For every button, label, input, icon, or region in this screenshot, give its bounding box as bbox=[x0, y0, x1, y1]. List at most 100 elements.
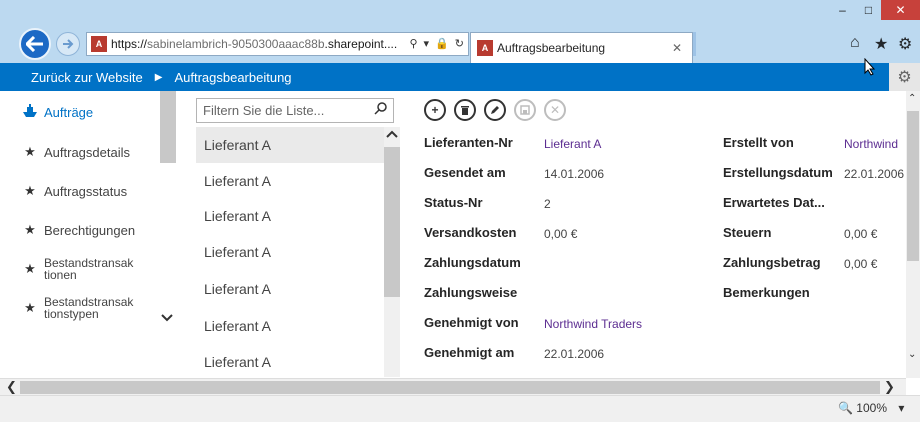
list-item-label: Lieferant A bbox=[204, 318, 271, 334]
list-item[interactable]: Lieferant A bbox=[196, 127, 384, 163]
field-value: 22.01.2006 bbox=[544, 347, 605, 361]
list-item[interactable]: Lieferant A bbox=[196, 344, 384, 375]
field-label: Genehmigt von bbox=[424, 315, 519, 330]
tab-title: Auftragsbearbeitung bbox=[497, 41, 606, 55]
search-icon[interactable] bbox=[374, 102, 387, 118]
nav-item-bestandstransaktionen[interactable]: ★ Bestandstransak tionen bbox=[16, 255, 160, 283]
list-item-label: Lieferant A bbox=[204, 137, 271, 153]
app-title[interactable]: Auftragsbearbeitung bbox=[174, 70, 291, 85]
forward-button[interactable] bbox=[56, 32, 80, 56]
filter-placeholder: Filtern Sie die Liste... bbox=[203, 103, 325, 118]
favorites-star-icon[interactable]: ★ bbox=[874, 34, 888, 54]
breadcrumb-separator-icon: ▶ bbox=[154, 71, 163, 83]
list-item[interactable]: Lieferant A bbox=[196, 271, 384, 307]
add-button[interactable]: + bbox=[424, 99, 446, 121]
minimize-button[interactable]: – bbox=[829, 0, 856, 20]
list-item[interactable]: Lieferant A bbox=[196, 198, 384, 234]
chevron-down-icon[interactable]: ▾ bbox=[898, 401, 904, 415]
address-bar[interactable]: A https://sabinelambrich-9050300aaac88b.… bbox=[86, 32, 469, 56]
field-label: Lieferanten-Nr bbox=[424, 135, 513, 150]
list-item-label: Lieferant A bbox=[204, 173, 271, 189]
field-label: Status-Nr bbox=[424, 195, 483, 210]
cancel-button[interactable]: ✕ bbox=[544, 99, 566, 121]
record-detail: Lieferanten-Nr Lieferant A Gesendet am 1… bbox=[400, 125, 906, 375]
field-label: Genehmigt am bbox=[424, 345, 515, 360]
browser-tab[interactable]: A Auftragsbearbeitung ✕ bbox=[470, 32, 693, 63]
list-pane: Filtern Sie die Liste... Lieferant A Lie… bbox=[196, 91, 400, 378]
refresh-icon[interactable]: ↻ bbox=[455, 37, 464, 50]
field-label: Versandkosten bbox=[424, 225, 517, 240]
save-button[interactable] bbox=[514, 99, 536, 121]
nav-item-label: Bestandstransak tionstypen bbox=[44, 296, 133, 320]
action-toolbar: + ✕ bbox=[424, 99, 566, 121]
page-scrollbar-thumb[interactable] bbox=[907, 111, 919, 261]
nav-item-label-line2: tionstypen bbox=[44, 307, 99, 321]
list-item[interactable]: Lieferant A bbox=[196, 163, 384, 199]
nav-item-auftragsstatus[interactable]: ★ Auftragsstatus bbox=[16, 180, 160, 202]
zoom-control[interactable]: 🔍 100% ▾ bbox=[838, 401, 904, 415]
list-item[interactable]: Lieferant A bbox=[196, 234, 384, 270]
new-tab-button[interactable] bbox=[693, 32, 696, 56]
list-item[interactable]: Lieferant A bbox=[196, 308, 384, 344]
nav-item-label: Berechtigungen bbox=[44, 222, 136, 238]
field-value[interactable]: Northwind Traders bbox=[544, 317, 642, 331]
home-icon[interactable]: ⌂ bbox=[850, 34, 860, 52]
gear-icon[interactable]: ⚙ bbox=[898, 34, 912, 54]
arrow-left-icon bbox=[26, 36, 43, 52]
list-item-label: Lieferant A bbox=[204, 354, 271, 370]
horizontal-scrollbar-thumb[interactable] bbox=[20, 381, 880, 394]
field-value: 0,00 € bbox=[544, 227, 578, 241]
close-window-button[interactable]: ✕ bbox=[881, 0, 920, 20]
field-value: 14.01.2006 bbox=[544, 167, 605, 181]
back-to-site-link[interactable]: Zurück zur Website bbox=[31, 70, 143, 85]
nav-item-berechtigungen[interactable]: ★ Berechtigungen bbox=[16, 219, 160, 241]
edit-button[interactable] bbox=[484, 99, 506, 121]
star-icon: ★ bbox=[24, 300, 36, 315]
list-scrollbar-thumb[interactable] bbox=[384, 147, 400, 297]
nav-item-label: Auftragsstatus bbox=[44, 183, 128, 199]
delete-button[interactable] bbox=[454, 99, 476, 121]
nav-item-auftraege[interactable]: Aufträge bbox=[16, 101, 160, 123]
access-app-icon: A bbox=[91, 36, 107, 52]
close-tab-icon[interactable]: ✕ bbox=[672, 41, 682, 55]
chevron-left-icon[interactable]: ❮ bbox=[6, 379, 17, 395]
nav-scrollbar[interactable] bbox=[160, 91, 176, 163]
horizontal-scrollbar[interactable]: ❮ ❯ bbox=[0, 378, 906, 395]
search-icon[interactable]: ⚲ bbox=[409, 37, 417, 50]
chevron-up-icon[interactable] bbox=[386, 129, 398, 141]
field-value[interactable]: Northwind bbox=[844, 137, 898, 151]
list-scrollbar[interactable] bbox=[384, 127, 400, 377]
filter-input[interactable]: Filtern Sie die Liste... bbox=[196, 98, 394, 123]
field-label: Steuern bbox=[723, 225, 772, 240]
star-icon: ★ bbox=[24, 144, 36, 159]
arrow-right-icon bbox=[63, 39, 74, 49]
chevron-down-icon[interactable] bbox=[161, 311, 173, 325]
page-vertical-scrollbar[interactable]: ⌃ ⌄ bbox=[906, 91, 920, 378]
field-label: Zahlungsdatum bbox=[424, 255, 521, 270]
access-app-icon: A bbox=[477, 40, 493, 56]
maximize-button[interactable]: □ bbox=[856, 0, 881, 20]
lock-icon[interactable]: 🔒 bbox=[435, 37, 449, 50]
mouse-cursor-icon bbox=[864, 57, 876, 81]
nav-item-auftragsdetails[interactable]: ★ Auftragsdetails bbox=[16, 141, 160, 163]
chevron-right-icon[interactable]: ❯ bbox=[884, 379, 895, 395]
field-label: Erstellt von bbox=[723, 135, 794, 150]
field-label: Gesendet am bbox=[424, 165, 506, 180]
zoom-icon: 🔍 bbox=[838, 401, 853, 415]
nav-item-label-line2: tionen bbox=[44, 268, 77, 282]
back-button[interactable] bbox=[19, 28, 51, 60]
chevron-up-icon[interactable]: ⌃ bbox=[908, 93, 916, 104]
chevron-down-icon[interactable]: ▾ bbox=[424, 37, 430, 50]
nav-item-bestandstransaktionstypen[interactable]: ★ Bestandstransak tionstypen bbox=[16, 294, 160, 322]
chevron-down-icon[interactable]: ⌄ bbox=[908, 349, 916, 360]
url-host: sabinelambrich-9050300aaac88b bbox=[147, 37, 325, 51]
field-label: Zahlungsweise bbox=[424, 285, 518, 300]
field-value[interactable]: Lieferant A bbox=[544, 137, 601, 151]
nav-item-label: Aufträge bbox=[44, 104, 94, 120]
field-label: Erwartetes Dat... bbox=[723, 195, 825, 210]
settings-button[interactable]: ⚙ bbox=[889, 63, 920, 91]
url-prefix: https:// bbox=[111, 37, 148, 51]
star-icon: ★ bbox=[24, 183, 36, 198]
nav-item-label: Bestandstransak tionen bbox=[44, 257, 133, 281]
pencil-icon bbox=[491, 106, 499, 114]
